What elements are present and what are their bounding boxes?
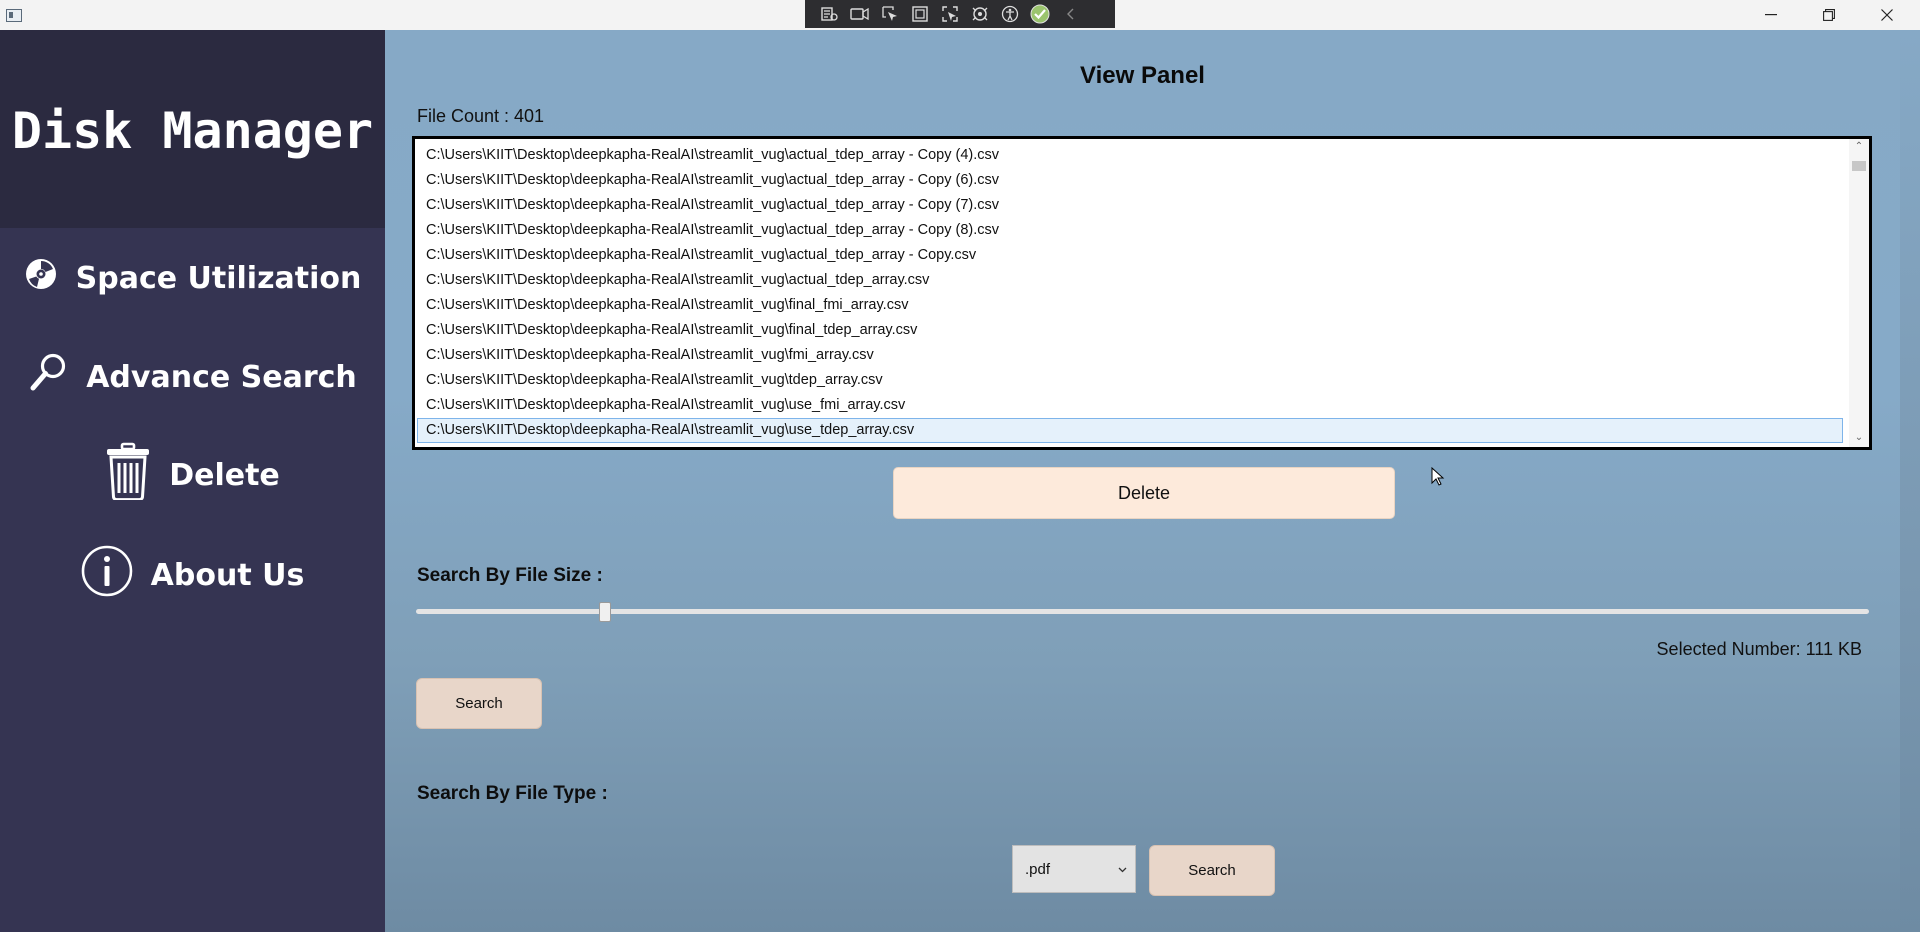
file-list-item[interactable]: C:\Users\KIIT\Desktop\deepkapha-RealAI\s… — [417, 368, 1843, 393]
file-list-item[interactable]: C:\Users\KIIT\Desktop\deepkapha-RealAI\s… — [417, 243, 1843, 268]
file-list-item[interactable]: C:\Users\KIIT\Desktop\deepkapha-RealAI\s… — [417, 193, 1843, 218]
chevron-down-icon — [1118, 860, 1127, 877]
delete-button[interactable]: Delete — [893, 467, 1395, 519]
live-visual-tree-icon[interactable] — [817, 3, 843, 25]
select-element-icon[interactable] — [877, 3, 903, 25]
type-search-button[interactable]: Search — [1149, 845, 1275, 896]
nav-space-utilization[interactable]: Space Utilization — [0, 247, 385, 309]
file-list-rows: C:\Users\KIIT\Desktop\deepkapha-RealAI\s… — [415, 143, 1845, 447]
restore-button[interactable] — [1800, 0, 1858, 30]
track-focus-icon[interactable] — [937, 3, 963, 25]
collapse-toolbar-icon[interactable] — [1057, 3, 1083, 25]
selected-number-label: Selected Number: 111 KB — [1656, 639, 1862, 659]
view-panel-title: View Panel — [1080, 62, 1205, 89]
nav-delete[interactable]: Delete — [0, 442, 385, 508]
nav-advance-search-label: Advance Search — [86, 359, 357, 395]
file-list-item[interactable]: C:\Users\KIIT\Desktop\deepkapha-RealAI\s… — [417, 418, 1843, 443]
nav-delete-label: Delete — [169, 457, 280, 493]
file-list-item[interactable]: C:\Users\KIIT\Desktop\deepkapha-RealAI\s… — [417, 318, 1843, 343]
nav-space-utilization-label: Space Utilization — [75, 260, 362, 296]
minimize-button[interactable] — [1742, 0, 1800, 30]
disc-icon — [24, 257, 58, 299]
file-list-item[interactable]: C:\Users\KIIT\Desktop\deepkapha-RealAI\s… — [417, 218, 1843, 243]
scrollbar-thumb[interactable] — [1852, 161, 1866, 171]
sidebar: Disk Manager Space Utilization Advance S… — [0, 30, 385, 932]
binding-failures-icon[interactable] — [967, 3, 993, 25]
size-search-button[interactable]: Search — [416, 678, 542, 729]
size-search-label: Search By File Size : — [417, 565, 603, 586]
mouse-cursor-icon — [1431, 466, 1445, 492]
scroll-up-icon[interactable]: ⌃ — [1849, 141, 1869, 152]
file-list-item[interactable]: C:\Users\KIIT\Desktop\deepkapha-RealAI\s… — [417, 143, 1843, 168]
display-adorners-icon[interactable] — [907, 3, 933, 25]
window-edge — [1900, 30, 1920, 932]
window-titlebar — [0, 0, 1920, 31]
debug-toolbar — [805, 0, 1115, 28]
file-list-item[interactable]: C:\Users\KIIT\Desktop\deepkapha-RealAI\s… — [417, 393, 1843, 418]
file-count-label: File Count : 401 — [417, 106, 545, 126]
app-window-icon — [6, 9, 22, 22]
file-list-item[interactable]: C:\Users\KIIT\Desktop\deepkapha-RealAI\s… — [417, 343, 1843, 368]
sidebar-header: Disk Manager — [0, 30, 385, 228]
main-panel: View Panel File Count : 401 C:\Users\KII… — [385, 30, 1900, 932]
scroll-down-icon[interactable]: ⌄ — [1849, 432, 1869, 443]
file-list-item[interactable]: C:\Users\KIIT\Desktop\deepkapha-RealAI\s… — [417, 168, 1843, 193]
trash-icon — [105, 442, 151, 508]
check-status-icon[interactable] — [1027, 3, 1053, 25]
nav-about-us[interactable]: About Us — [0, 544, 385, 606]
accessibility-icon[interactable] — [997, 3, 1023, 25]
file-list-scrollbar[interactable]: ⌃ ⌄ — [1849, 139, 1869, 447]
file-list-item[interactable]: C:\Users\KIIT\Desktop\deepkapha-RealAI\s… — [417, 268, 1843, 293]
type-search-label: Search By File Type : — [417, 783, 608, 804]
close-button[interactable] — [1858, 0, 1916, 30]
file-list[interactable]: C:\Users\KIIT\Desktop\deepkapha-RealAI\s… — [412, 136, 1872, 450]
file-list-item-clipped[interactable] — [417, 443, 1843, 447]
file-list-item[interactable]: C:\Users\KIIT\Desktop\deepkapha-RealAI\s… — [417, 293, 1843, 318]
nav-about-us-label: About Us — [150, 557, 305, 593]
nav-advance-search[interactable]: Advance Search — [0, 346, 385, 408]
file-size-slider-thumb[interactable] — [599, 602, 611, 622]
file-type-select[interactable]: .pdf — [1012, 845, 1136, 893]
info-icon — [81, 545, 133, 605]
file-type-select-value: .pdf — [1025, 860, 1051, 878]
magnifier-icon — [28, 352, 68, 402]
app-title: Disk Manager — [11, 102, 374, 160]
file-size-slider[interactable] — [416, 609, 1869, 614]
camera-icon[interactable] — [847, 3, 873, 25]
